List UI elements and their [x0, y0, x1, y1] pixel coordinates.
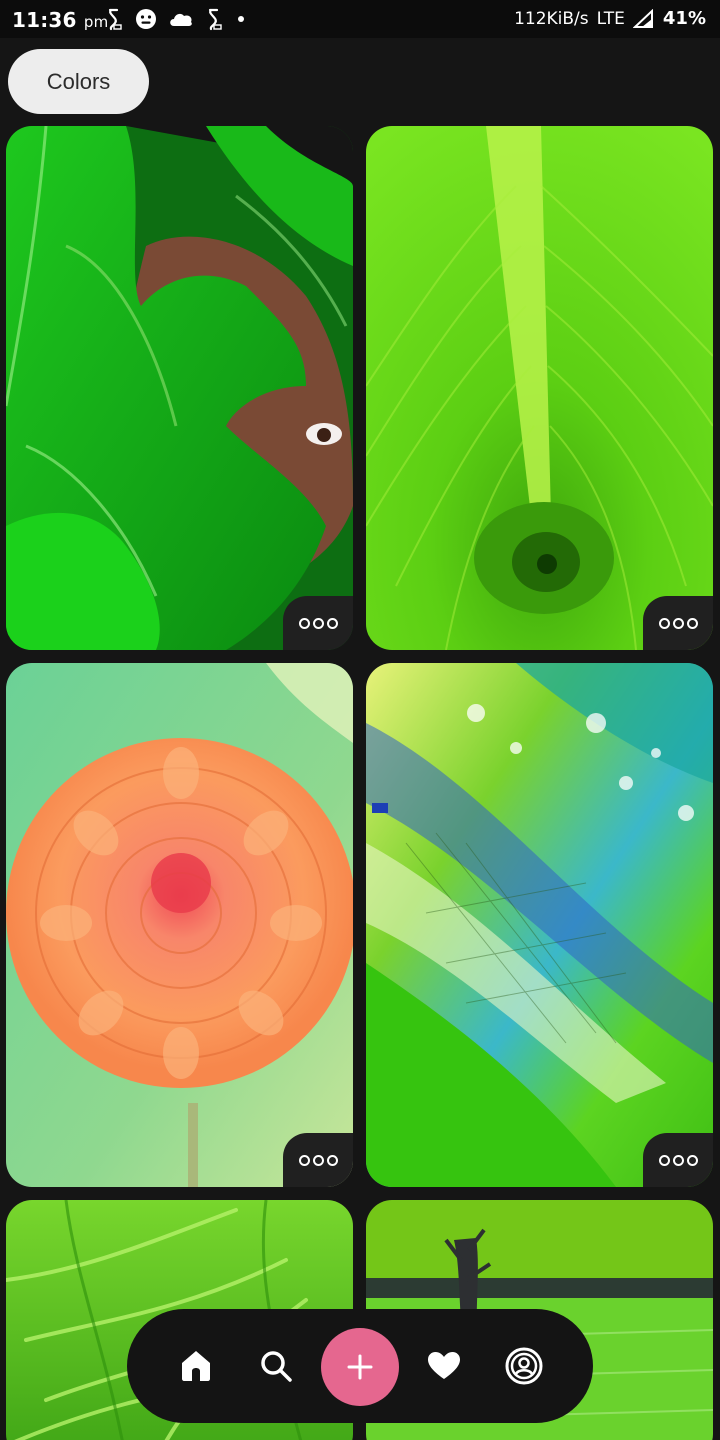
smiley-icon: [136, 9, 156, 29]
colors-filter-chip[interactable]: Colors: [8, 49, 149, 114]
status-bar: 11:36 pm 112KiB/s LTE 41%: [0, 0, 720, 38]
network-speed: 112KiB/s: [514, 8, 589, 29]
more-dot: [686, 617, 698, 629]
pin-woman-behind-leaf[interactable]: [6, 126, 353, 650]
more-dot: [312, 617, 324, 629]
signal-icon: [632, 8, 653, 28]
cloud-icon: [170, 13, 192, 26]
nav-likes-button[interactable]: [409, 1331, 479, 1401]
pin-more-button[interactable]: [643, 596, 713, 650]
battery-level: 41%: [662, 8, 706, 29]
pin-more-button[interactable]: [283, 596, 353, 650]
s-notification-icon-2: [208, 8, 222, 31]
pin-more-button[interactable]: [283, 1133, 353, 1187]
pin-orange-dahlia[interactable]: [6, 663, 353, 1187]
more-dot: [326, 617, 338, 629]
pin-image: [6, 126, 353, 650]
colors-filter-label: Colors: [46, 68, 111, 94]
more-dots-icon: [298, 1154, 310, 1166]
network-type: LTE: [596, 8, 625, 29]
more-dot: [672, 1154, 684, 1166]
pin-image: [366, 126, 713, 650]
more-dots-icon: [658, 617, 670, 629]
nav-profile-button[interactable]: [489, 1331, 559, 1401]
search-icon: [261, 1351, 292, 1382]
pin-image: [366, 663, 713, 1187]
pin-banana-leaf[interactable]: [366, 126, 713, 650]
screen: 11:36 pm 112KiB/s LTE 41% Colors: [0, 0, 720, 1440]
plus-icon: [347, 1354, 373, 1380]
home-icon: [182, 1351, 210, 1381]
pin-green-abstract-paint[interactable]: [366, 663, 713, 1187]
status-time-value: 11:36: [12, 8, 77, 32]
more-dots-icon: [658, 1154, 670, 1166]
heart-icon: [428, 1352, 460, 1379]
more-dot: [326, 1154, 338, 1166]
more-dot: [672, 617, 684, 629]
nav-home-button[interactable]: [161, 1331, 231, 1401]
status-right: 112KiB/s LTE 41%: [514, 8, 706, 29]
more-dot: [686, 1154, 698, 1166]
nav-search-button[interactable]: [241, 1331, 311, 1401]
dot-icon: [238, 16, 244, 22]
pin-image: [6, 663, 353, 1187]
status-time: 11:36 pm: [12, 8, 108, 32]
s-notification-icon: [108, 8, 122, 31]
more-dots-icon: [298, 617, 310, 629]
bottom-nav-bar: [127, 1309, 593, 1423]
more-dot: [312, 1154, 324, 1166]
profile-icon: [505, 1347, 543, 1385]
pin-more-button[interactable]: [643, 1133, 713, 1187]
status-notification-icons: [104, 6, 248, 32]
nav-create-button[interactable]: [321, 1328, 399, 1406]
